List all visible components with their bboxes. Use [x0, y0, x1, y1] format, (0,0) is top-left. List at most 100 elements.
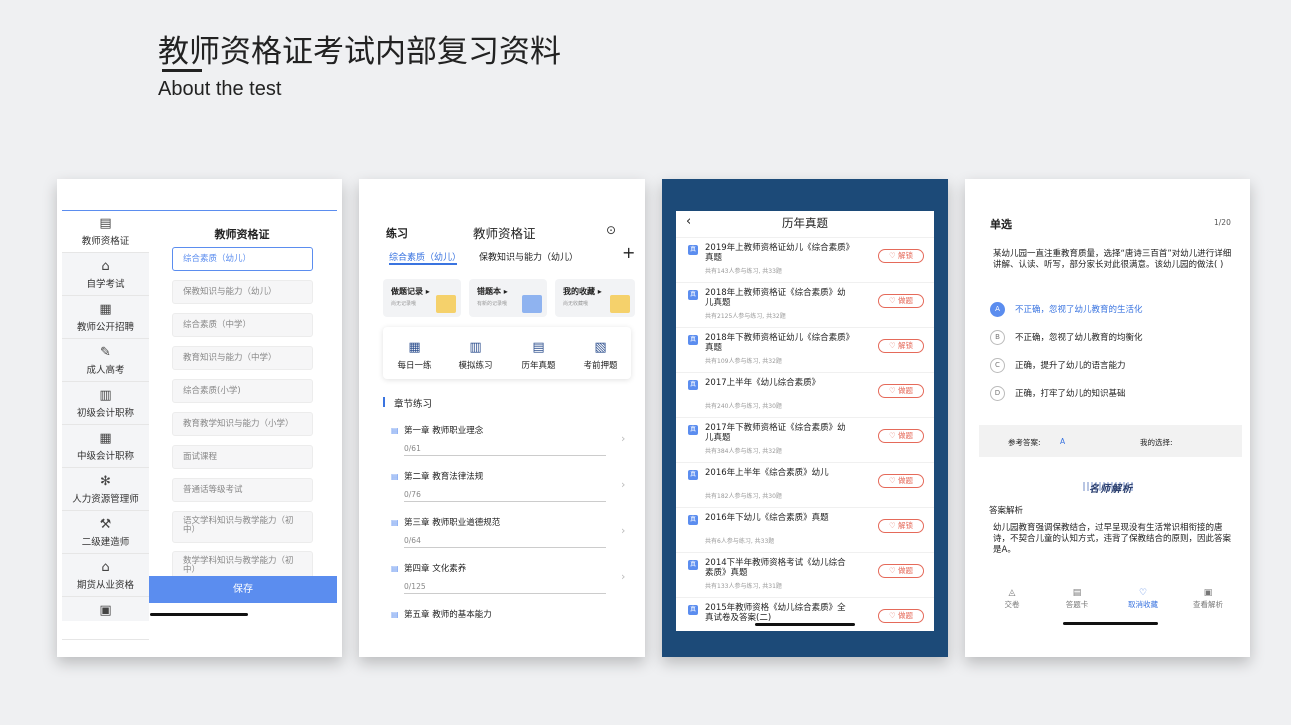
my-choice-label: 我的选择:: [1140, 438, 1173, 447]
add-subject-icon[interactable]: +: [622, 243, 635, 262]
bell-icon: ◬: [1008, 588, 1016, 598]
sidebar-item-more[interactable]: ▣: [62, 598, 149, 640]
past-exams-button[interactable]: ▤ 历年真题: [511, 341, 566, 372]
reference-answer-value: A: [1060, 437, 1066, 446]
wechat-icon[interactable]: ⊙: [606, 223, 616, 237]
screenshot-practice-home: 练习 教师资格证 ⊙ 综合素质（幼儿） 保教知识与能力（幼儿） + 做题记录 ▸…: [359, 179, 645, 657]
subject-option[interactable]: 综合素质（中学）: [172, 313, 313, 337]
explanation-text: 幼儿园教育强调保教结合，过早呈现没有生活常识相衔接的唐诗，不契合儿童的认知方式，…: [993, 523, 1232, 555]
question-text: 某幼儿园一直注重教育质量，选择“唐诗三百首”对幼儿进行详细讲解、认读、听写，部分…: [993, 249, 1232, 270]
subject-option[interactable]: 面试课程: [172, 445, 313, 469]
sidebar-item-mid-accountant[interactable]: ▦ 中级会计职称: [62, 426, 149, 468]
real-exam-badge: 真: [688, 560, 698, 570]
exam-item[interactable]: 真 2014下半年教师资格考试《幼儿综合素质》真题 共有133人参与练习, 共31题…: [676, 552, 934, 597]
unfavorite-button[interactable]: ♡ 取消收藏: [1113, 588, 1173, 610]
sidebar-item-junior-accountant[interactable]: ▥ 初级会计职称: [62, 383, 149, 425]
real-exam-badge: 真: [688, 245, 698, 255]
chapter-item[interactable]: ▤ 第五章 教师的基本能力: [391, 603, 631, 649]
favorites-card[interactable]: 我的收藏 ▸ 尚无收藏哦: [555, 279, 635, 317]
subject-option[interactable]: 普通话等级考试: [172, 478, 313, 502]
graduation-cap-icon: ⌂: [101, 259, 110, 274]
subject-option[interactable]: 语文学科知识与教学能力（初中）: [172, 511, 313, 543]
chevron-right-icon: ›: [621, 478, 626, 491]
tab-kindergarten-care[interactable]: 保教知识与能力（幼儿）: [479, 250, 578, 263]
sidebar-item-self-study[interactable]: ⌂ 自学考试: [62, 254, 149, 296]
exam-item[interactable]: 真 2017上半年《幼儿综合素质》 共有240人参与练习, 共30题 ♡ 做题: [676, 372, 934, 417]
save-button[interactable]: 保存: [149, 576, 337, 603]
start-button[interactable]: ♡ 做题: [878, 564, 924, 578]
unlock-button[interactable]: ♡ 解锁: [878, 249, 924, 263]
chapter-item[interactable]: ▤ 第四章 文化素养 0/125 ›: [391, 557, 631, 603]
sidebar-item-adult-exam[interactable]: ✎ 成人高考: [62, 340, 149, 382]
sidebar-item-hr-manager[interactable]: ✻ 人力资源管理师: [62, 469, 149, 511]
answer-option-b[interactable]: B 不正确，忽视了幼儿教育的均衡化: [990, 330, 1143, 345]
bag-icon: ▣: [99, 603, 112, 618]
exam-item[interactable]: 真 2017年下教师资格证《综合素质》幼儿真题 共有384人参与练习, 共32题 ♡ …: [676, 417, 934, 462]
pen-icon: ✎: [100, 345, 111, 360]
exam-item[interactable]: 真 2016年上半年《综合素质》幼儿 共有182人参与练习, 共30题 ♡ 做题: [676, 462, 934, 507]
answer-option-d[interactable]: D 正确，打牢了幼儿的知识基础: [990, 386, 1126, 401]
mock-practice-button[interactable]: ▥ 模拟练习: [448, 341, 503, 372]
real-exam-badge: 真: [688, 425, 698, 435]
answer-card-button[interactable]: ▤ 答题卡: [1047, 588, 1107, 610]
exam-item[interactable]: 真 2018年下教师资格证幼儿《综合素质》真题 共有109人参与练习, 共32题 ♡ …: [676, 327, 934, 372]
exam-item[interactable]: 真 2018年上教师资格证《综合素质》幼儿真题 共有2125人参与练习, 共32题 ♡…: [676, 282, 934, 327]
exam-item[interactable]: 真 2015年教师资格《幼儿综合素质》全真试卷及答案(二) ♡ 做题: [676, 597, 934, 642]
predicted-questions-button[interactable]: ▧ 考前押题: [573, 340, 628, 372]
sidebar-item-teacher-cert[interactable]: ▤ 教师资格证: [62, 211, 149, 253]
expert-analysis-badge: 名师解析: [1089, 484, 1133, 495]
pencil-illustration-icon: [522, 295, 542, 313]
hammer-icon: ⚒: [99, 517, 112, 532]
category-heading: 教师资格证: [214, 228, 270, 241]
real-exam-badge: 真: [688, 290, 698, 300]
chapter-item[interactable]: ▤ 第二章 教育法律法规 0/76 ›: [391, 465, 631, 511]
real-exam-badge: 真: [688, 605, 698, 615]
certificate-icon: ▤: [99, 216, 112, 231]
page-subtitle: About the test: [158, 78, 282, 100]
answer-option-c[interactable]: C 正确，提升了幼儿的语言能力: [990, 358, 1126, 373]
sidebar-item-futures[interactable]: ⌂ 期货从业资格: [62, 555, 149, 597]
tab-kindergarten-quality[interactable]: 综合素质（幼儿）: [389, 250, 461, 263]
practice-mode-grid: ▦ 每日一练 ▥ 模拟练习 ▤ 历年真题 ▧ 考前押题: [383, 327, 631, 379]
real-exam-badge: 真: [688, 515, 698, 525]
answer-bar: 参考答案: A 我的选择:: [979, 425, 1242, 457]
chevron-right-icon: ›: [621, 524, 626, 537]
reference-answer-label: 参考答案:: [1008, 438, 1041, 447]
start-button[interactable]: ♡ 做题: [878, 384, 924, 398]
daily-practice-button[interactable]: ▦ 每日一练: [387, 341, 442, 372]
chevron-right-icon: ›: [621, 432, 626, 445]
past-exams-screen: ‹ 历年真题 真 2019年上教师资格证幼儿《综合素质》真题 共有143人参与练习,…: [676, 211, 934, 631]
start-button[interactable]: ♡ 做题: [878, 429, 924, 443]
screenshot-category-picker: ▤ 教师资格证 ⌂ 自学考试 ▦ 教师公开招聘 ✎ 成人高考 ▥ 初级会计职称 ▦ 中级会计…: [57, 179, 342, 657]
calculator-icon: ▦: [99, 431, 112, 446]
practice-tab-label[interactable]: 练习: [386, 225, 408, 241]
wrong-answers-card[interactable]: 错题本 ▸ 有新的记录哦: [469, 279, 547, 317]
active-tab-indicator: [389, 263, 457, 265]
subject-option[interactable]: 综合素质(小学): [172, 379, 313, 403]
real-exam-badge: 真: [688, 335, 698, 345]
submit-button[interactable]: ◬ 交卷: [982, 588, 1042, 610]
start-button[interactable]: ♡ 做题: [878, 609, 924, 623]
sidebar-item-constructor[interactable]: ⚒ 二级建造师: [62, 512, 149, 554]
exam-item[interactable]: 真 2016年下幼儿《综合素质》真题 共有6人参与练习, 共33题 ♡ 解锁: [676, 507, 934, 552]
subject-option[interactable]: 教育教学知识与能力（小学）: [172, 412, 313, 436]
unlock-button[interactable]: ♡ 解锁: [878, 519, 924, 533]
answer-option-a[interactable]: A 不正确，忽视了幼儿教育的生活化: [990, 302, 1143, 317]
view-analysis-button[interactable]: ▣ 查看解析: [1178, 588, 1238, 610]
start-button[interactable]: ♡ 做题: [878, 294, 924, 308]
exam-item[interactable]: 真 2019年上教师资格证幼儿《综合素质》真题 共有143人参与练习, 共33题 ♡ …: [676, 237, 934, 282]
stack-icon: ▧: [594, 340, 607, 355]
answer-sheet-icon: ▤: [1072, 588, 1082, 598]
chapter-item[interactable]: ▤ 第三章 教师职业道德规范 0/64 ›: [391, 511, 631, 557]
start-button[interactable]: ♡ 做题: [878, 474, 924, 488]
subject-option[interactable]: 保教知识与能力（幼儿）: [172, 280, 313, 304]
explanation-heading: 答案解析: [989, 506, 1024, 516]
subject-option[interactable]: 综合素质（幼儿）: [172, 247, 313, 271]
sidebar-item-teacher-recruit[interactable]: ▦ 教师公开招聘: [62, 297, 149, 339]
chapter-item[interactable]: ▤ 第一章 教师职业理念 0/61 ›: [391, 419, 631, 465]
subject-option[interactable]: 教育知识与能力（中学）: [172, 346, 313, 370]
practice-record-card[interactable]: 做题记录 ▸ 尚无记录哦: [383, 279, 461, 317]
screenshot-past-exams: ‹ 历年真题 真 2019年上教师资格证幼儿《综合素质》真题 共有143人参与练习,…: [662, 179, 948, 657]
document-icon: ▤: [391, 426, 399, 435]
unlock-button[interactable]: ♡ 解锁: [878, 339, 924, 353]
